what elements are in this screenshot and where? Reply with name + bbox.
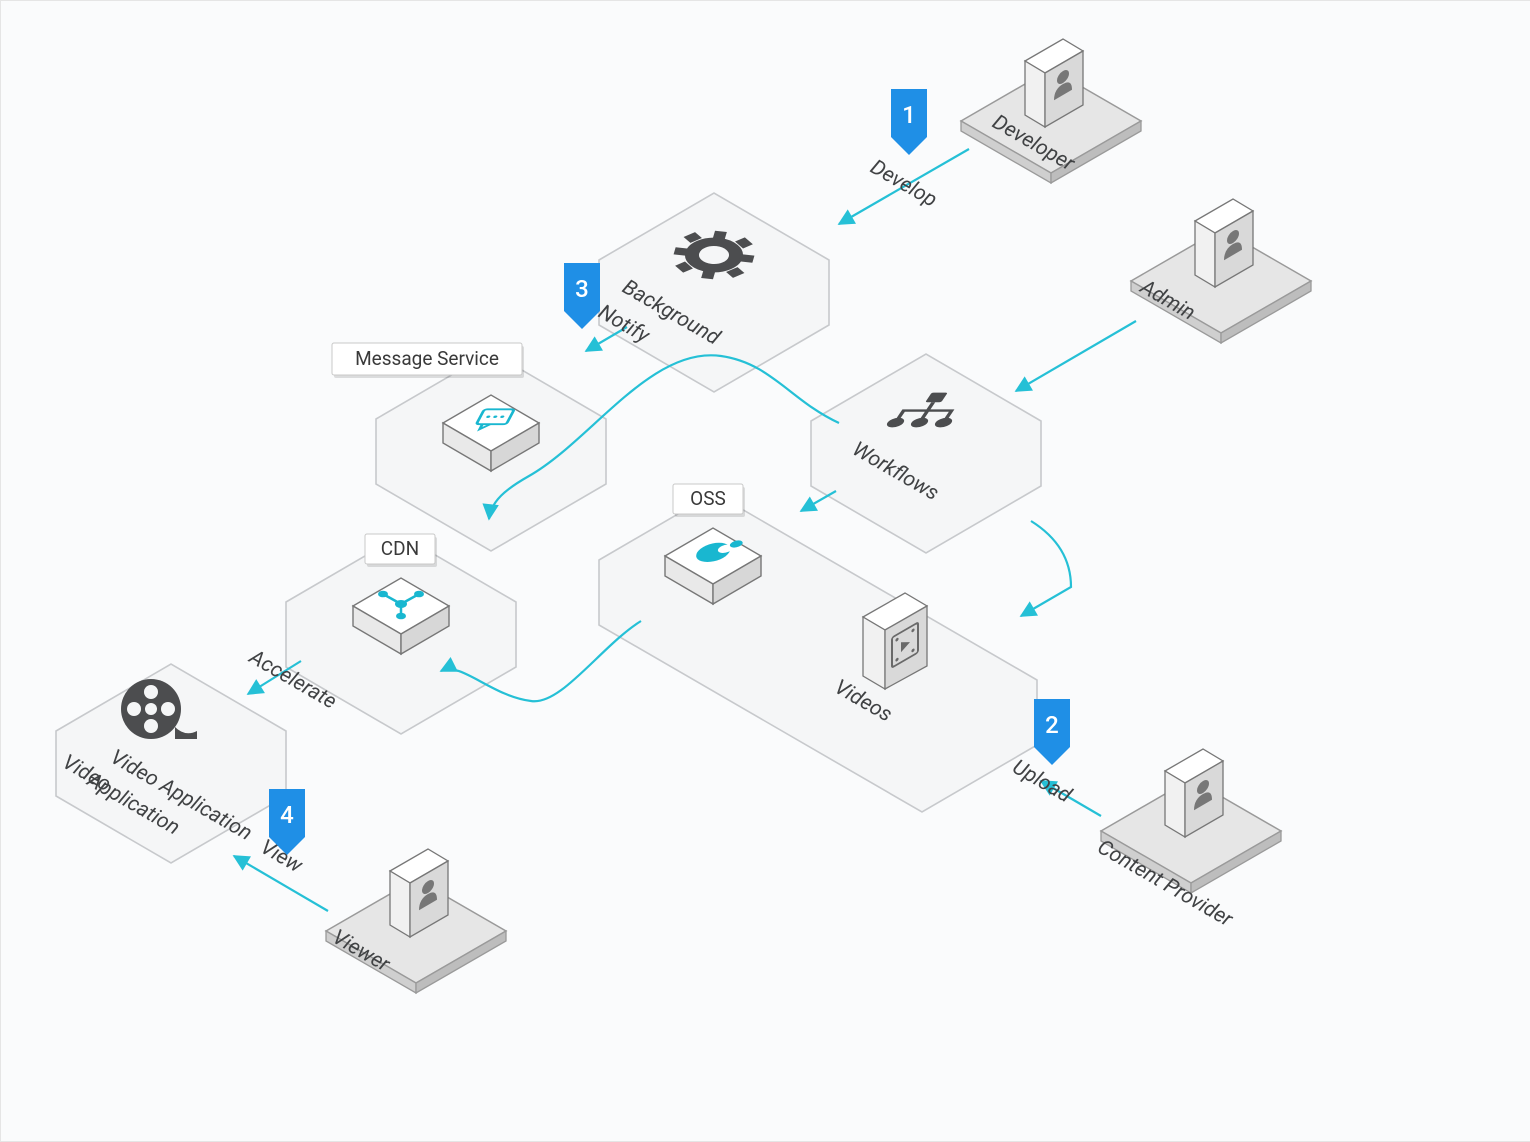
actor-developer: Developer [961,39,1141,183]
svg-text:4: 4 [280,801,294,829]
label-upload: Upload [1008,755,1076,808]
node-video-application: Video Application Video Application [56,664,286,863]
label-message-service: Message Service [355,347,499,370]
node-background: Background [599,193,829,392]
edge-workflows-to-oss [801,491,836,511]
node-message-service: Message Service [332,343,606,551]
node-workflows: Workflows [811,354,1041,553]
svg-text:3: 3 [575,275,589,303]
step-flag-1: 1 [891,89,927,155]
step-flag-2: 2 [1034,699,1070,765]
edge-workflows-to-videos [1021,521,1071,616]
edge-admin-workflows [1016,321,1136,391]
actor-content-provider: Content Provider [1093,749,1281,933]
label-develop: Develop [866,155,941,212]
architecture-diagram: Video Application Video Application /* t… [0,0,1530,1142]
label-cdn: CDN [381,537,419,560]
actor-viewer: Viewer [326,849,506,993]
actor-admin: Admin [1131,199,1311,343]
label-oss: OSS [690,487,726,510]
diagram-canvas: Video Application Video Application /* t… [1,1,1530,1141]
svg-text:2: 2 [1045,711,1059,739]
svg-text:1: 1 [902,101,916,129]
node-videos: OSS Videos [599,484,1037,812]
